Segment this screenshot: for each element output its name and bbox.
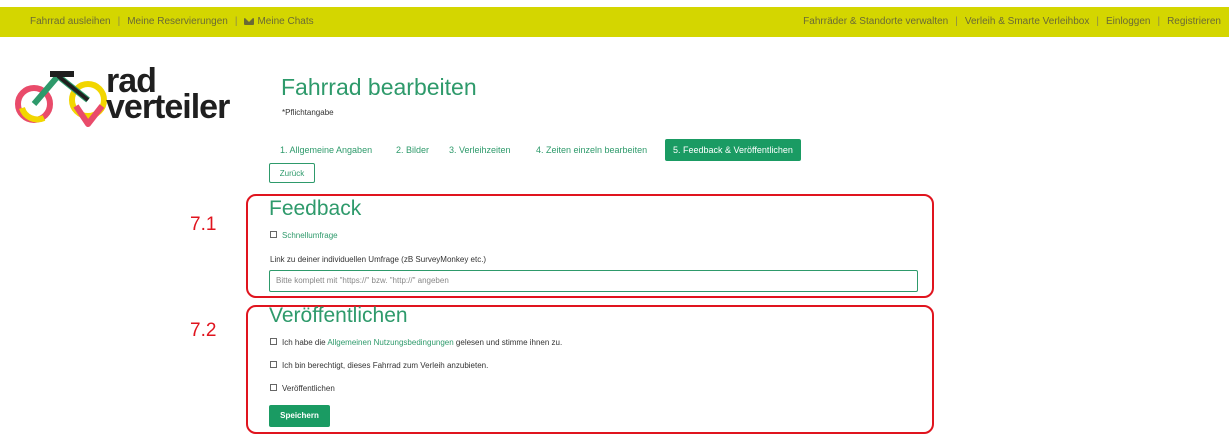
back-button[interactable]: Zurück (269, 163, 315, 183)
nav-rent-bike[interactable]: Fahrrad ausleihen (30, 16, 111, 27)
nav-separator: | (1157, 16, 1161, 27)
nav-separator: | (234, 16, 238, 27)
annotation-label-7-2: 7.2 (190, 320, 217, 341)
feedback-title: Feedback (269, 197, 362, 220)
publish-option[interactable]: Veröffentlichen (270, 384, 335, 393)
required-note: *Pflichtangabe (282, 108, 334, 117)
save-button[interactable]: Speichern (269, 405, 330, 427)
nav-manage-bikes[interactable]: Fahrräder & Standorte verwalten (803, 16, 948, 27)
nav-register[interactable]: Registrieren (1167, 16, 1221, 27)
tab-general[interactable]: 1. Allgemeine Angaben (272, 139, 380, 161)
nav-my-reservations[interactable]: Meine Reservierungen (127, 16, 228, 27)
nav-rental-box[interactable]: Verleih & Smarte Verleihbox (965, 16, 1090, 27)
terms-checkbox[interactable] (270, 338, 277, 345)
top-nav-left: Fahrrad ausleihen | Meine Reservierungen | M… (30, 16, 314, 27)
terms-text-pre: Ich habe die (282, 338, 328, 347)
publish-title: Veröffentlichen (269, 304, 408, 327)
nav-my-chats[interactable]: Meine Chats (257, 16, 313, 27)
annotation-label-7-1: 7.1 (190, 214, 217, 235)
tab-edit-times[interactable]: 4. Zeiten einzeln bearbeiten (528, 139, 655, 161)
terms-text-post: gelesen und stimme ihnen zu. (453, 338, 563, 347)
terms-option[interactable]: Ich habe die Allgemeinen Nutzungsbedingu… (270, 338, 562, 347)
logo-text-verteiler: verteiler (106, 88, 230, 126)
site-logo[interactable]: rad verteiler (14, 62, 244, 134)
terms-link[interactable]: Allgemeinen Nutzungsbedingungen (327, 338, 453, 347)
quick-survey-option[interactable]: Schnellumfrage (270, 231, 338, 240)
tab-feedback-publish[interactable]: 5. Feedback & Veröffentlichen (665, 139, 801, 161)
bike-logo-icon (15, 71, 107, 127)
quick-survey-label[interactable]: Schnellumfrage (282, 231, 338, 240)
nav-separator: | (955, 16, 958, 27)
survey-link-input[interactable]: Bitte komplett mit "https://" bzw. "http… (269, 270, 918, 292)
tab-images[interactable]: 2. Bilder (388, 139, 437, 161)
page-title: Fahrrad bearbeiten (281, 74, 477, 100)
survey-link-label: Link zu deiner individuellen Umfrage (zB… (270, 255, 487, 264)
envelope-icon (244, 18, 255, 25)
publish-label: Veröffentlichen (282, 384, 335, 393)
nav-login[interactable]: Einloggen (1106, 16, 1150, 27)
publish-checkbox[interactable] (270, 384, 277, 391)
nav-separator: | (117, 16, 121, 27)
authorized-checkbox[interactable] (270, 361, 277, 368)
tab-rental-times[interactable]: 3. Verleihzeiten (441, 139, 519, 161)
nav-separator: | (1096, 16, 1099, 27)
top-nav-right: Fahrräder & Standorte verwalten | Verleih … (803, 16, 1221, 27)
top-navbar: Fahrrad ausleihen | Meine Reservierungen | M… (0, 7, 1229, 37)
authorized-option[interactable]: Ich bin berechtigt, dieses Fahrrad zum V… (270, 361, 488, 370)
authorized-label: Ich bin berechtigt, dieses Fahrrad zum V… (282, 361, 489, 370)
quick-survey-checkbox[interactable] (270, 231, 277, 238)
